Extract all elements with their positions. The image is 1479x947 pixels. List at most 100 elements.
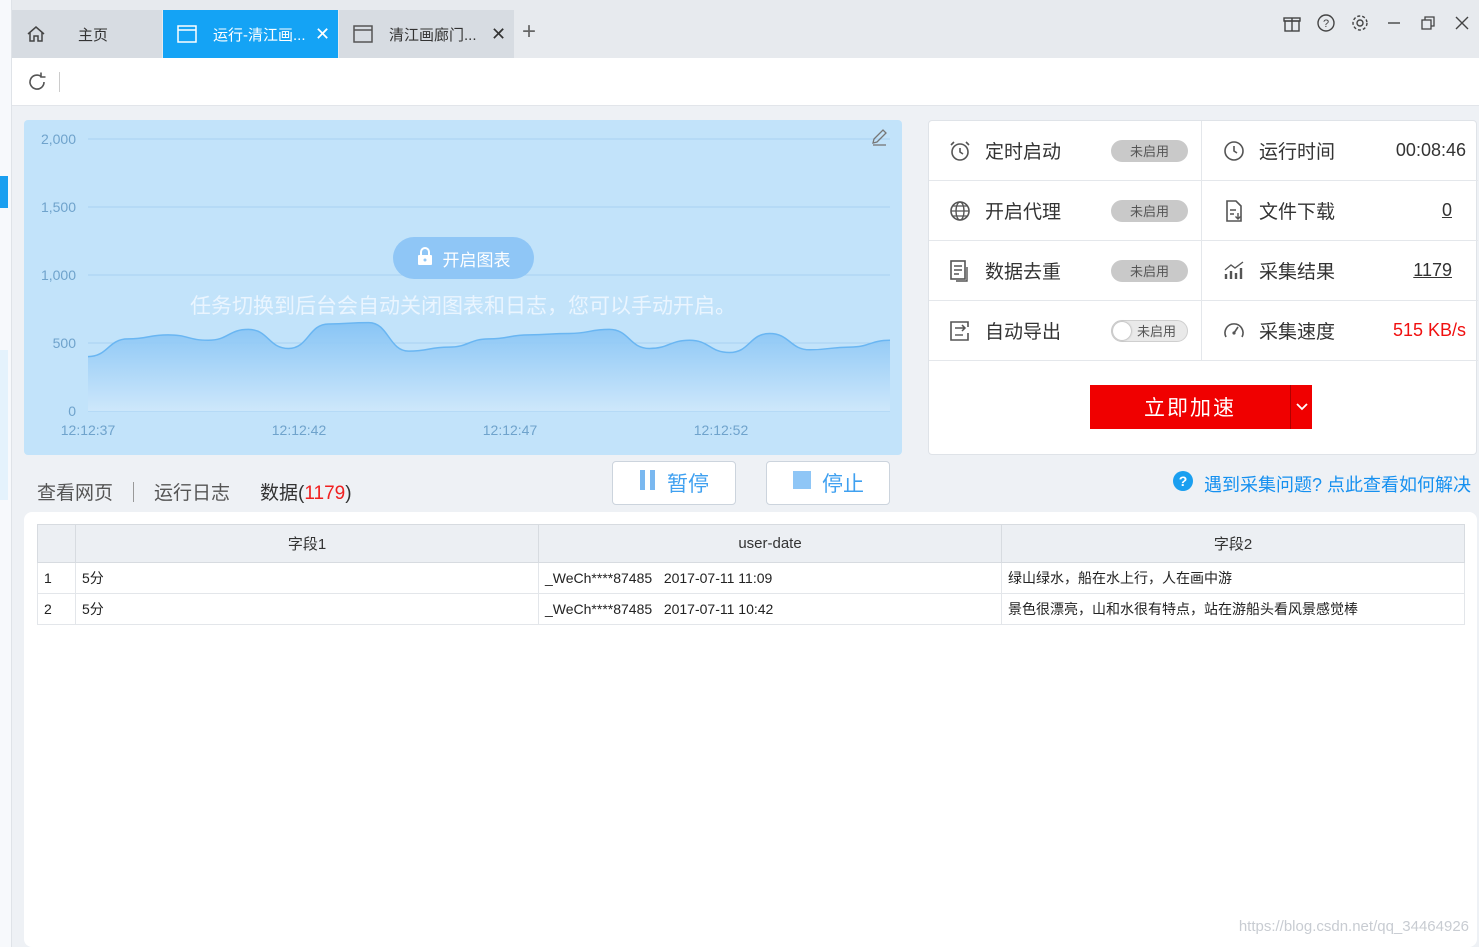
restore-icon[interactable] — [1417, 12, 1439, 34]
window-icon — [353, 24, 373, 44]
dedupe-icon — [947, 258, 973, 284]
speed-value: 515 KB/s — [1392, 320, 1466, 340]
tab-run-log[interactable]: 运行日志 — [154, 478, 230, 505]
tab-data[interactable]: 数据(1179) — [258, 478, 354, 517]
y-tick-label: 1,500 — [41, 199, 76, 215]
data-table: 字段1 user-date 字段2 1 5分 _WeCh****87485 20… — [37, 524, 1465, 625]
open-chart-label: 开启图表 — [442, 250, 511, 270]
edit-icon[interactable] — [870, 128, 888, 151]
table-row[interactable]: 2 5分 _WeCh****87485 2017-07-11 10:42 景色很… — [37, 593, 1465, 625]
question-icon: ? — [1172, 470, 1194, 497]
tab-gallery[interactable]: 清江画廊门... ✕ — [339, 10, 514, 58]
stats-row: 自动导出 未启用 采集速度 515 KB/s — [929, 301, 1478, 361]
speed-chart: 2,000 1,500 1,000 500 0 12:12:37 12:12:42 12:12… — [41, 131, 891, 438]
table-cell: _WeCh****87485 2017-07-11 11:09 — [538, 562, 1002, 594]
refresh-icon[interactable] — [26, 71, 48, 98]
proxy-item: 开启代理 未启用 — [947, 181, 1192, 240]
divider — [1201, 121, 1202, 181]
table-header-row: 字段1 user-date 字段2 — [37, 524, 1465, 563]
divider — [1201, 301, 1202, 361]
help-icon[interactable]: ? — [1315, 12, 1337, 34]
speed-label: 采集速度 — [1259, 322, 1336, 343]
run-time-item: 运行时间 00:08:46 — [1221, 121, 1466, 180]
help-link-label: 遇到采集问题? 点此查看如何解决 — [1203, 474, 1471, 495]
toolbar-divider — [59, 72, 60, 92]
divider — [133, 481, 135, 502]
stop-button[interactable]: 停止 — [766, 461, 890, 505]
stop-label: 停止 — [822, 473, 864, 496]
speed-chart-panel: 2,000 1,500 1,000 500 0 12:12:37 12:12:42 12:12… — [24, 120, 902, 455]
export-icon — [947, 318, 973, 344]
divider — [1201, 181, 1202, 241]
accelerate-button[interactable]: 立即加速 — [1090, 385, 1312, 429]
speed-item: 采集速度 515 KB/s — [1221, 301, 1466, 360]
home-icon — [26, 24, 46, 44]
tab-home-label: 主页 — [78, 26, 109, 44]
bar-chart-icon — [1221, 258, 1247, 284]
auto-export-toggle[interactable]: 未启用 — [1111, 319, 1188, 342]
dedupe-toggle[interactable]: 未启用 — [1111, 259, 1188, 282]
stats-row: 定时启动 未启用 运行时间 00:08:46 — [929, 121, 1478, 181]
x-tick-label: 12:12:37 — [61, 422, 116, 438]
stats-row: 数据去重 未启用 采集结果 1179 — [929, 241, 1478, 301]
chart-notice-text: 任务切换到后台会自动关闭图表和日志，您可以手动开启。 — [190, 295, 736, 318]
speedometer-icon — [1221, 318, 1247, 344]
stats-panel: 定时启动 未启用 运行时间 00:08:46 开启代理 未启用 文件下载 0 数… — [928, 120, 1478, 455]
data-count: 1179 — [304, 483, 346, 504]
row-index: 1 — [37, 562, 76, 594]
tab-bar: 主页 运行-清江画... ✕ 清江画廊门... ✕ + ? — [12, 0, 1479, 58]
toggle-text: 未启用 — [1136, 324, 1176, 339]
scheduled-start-item: 定时启动 未启用 — [947, 121, 1192, 180]
close-window-icon[interactable] — [1451, 12, 1473, 34]
table-cell: 5分 — [75, 593, 539, 625]
divider — [1201, 241, 1202, 301]
auto-export-label: 自动导出 — [985, 322, 1062, 343]
minimize-icon[interactable] — [1383, 12, 1405, 34]
gear-icon[interactable] — [1349, 12, 1371, 34]
clock-icon — [1221, 138, 1247, 164]
table-row[interactable]: 1 5分 _WeCh****87485 2017-07-11 11:09 绿山绿… — [37, 562, 1465, 594]
scheduled-start-toggle[interactable]: 未启用 — [1111, 139, 1188, 162]
tab-view-page[interactable]: 查看网页 — [37, 478, 113, 505]
chevron-down-icon[interactable] — [1291, 385, 1312, 429]
results-item: 采集结果 1179 — [1221, 241, 1466, 300]
column-header[interactable]: user-date — [538, 524, 1002, 563]
open-chart-button[interactable]: 开启图表 — [393, 237, 534, 279]
x-tick-label: 12:12:42 — [272, 422, 327, 438]
column-header[interactable]: 字段1 — [75, 524, 539, 563]
file-download-icon — [1221, 198, 1247, 224]
results-value[interactable]: 1179 — [1413, 260, 1452, 281]
tab-home[interactable]: 主页 — [12, 10, 162, 58]
x-tick-label: 12:12:47 — [483, 422, 538, 438]
column-header[interactable]: 字段2 — [1001, 524, 1465, 563]
close-icon[interactable]: ✕ — [491, 24, 506, 45]
close-icon[interactable]: ✕ — [315, 24, 330, 45]
toggle-text: 未启用 — [1129, 144, 1169, 159]
toolbar — [12, 58, 1479, 106]
results-label: 采集结果 — [1259, 262, 1336, 283]
y-tick-label: 1,000 — [41, 267, 76, 283]
table-cell: 5分 — [75, 562, 539, 594]
pause-icon — [639, 469, 657, 497]
dedupe-label: 数据去重 — [985, 262, 1062, 283]
gift-icon[interactable] — [1281, 12, 1303, 34]
auto-export-item: 自动导出 未启用 — [947, 301, 1192, 360]
help-link[interactable]: ? 遇到采集问题? 点此查看如何解决 — [1172, 470, 1471, 497]
tab-gallery-label: 清江画廊门... — [389, 26, 477, 44]
window-icon — [177, 24, 197, 44]
run-time-label: 运行时间 — [1259, 142, 1336, 163]
tab-data-close: ) — [345, 483, 352, 504]
tab-run[interactable]: 运行-清江画... ✕ — [163, 10, 338, 58]
pause-label: 暂停 — [667, 473, 709, 496]
table-cell: _WeCh****87485 2017-07-11 10:42 — [538, 593, 1002, 625]
dedupe-item: 数据去重 未启用 — [947, 241, 1192, 300]
proxy-toggle[interactable]: 未启用 — [1111, 199, 1188, 222]
pause-button[interactable]: 暂停 — [612, 461, 736, 505]
x-tick-label: 12:12:52 — [694, 422, 749, 438]
scheduled-start-label: 定时启动 — [985, 142, 1062, 163]
series-area — [88, 322, 890, 411]
y-tick-label: 2,000 — [41, 131, 76, 147]
file-download-value[interactable]: 0 — [1442, 200, 1452, 221]
add-tab-icon[interactable]: + — [522, 18, 536, 46]
column-header[interactable] — [37, 524, 76, 563]
